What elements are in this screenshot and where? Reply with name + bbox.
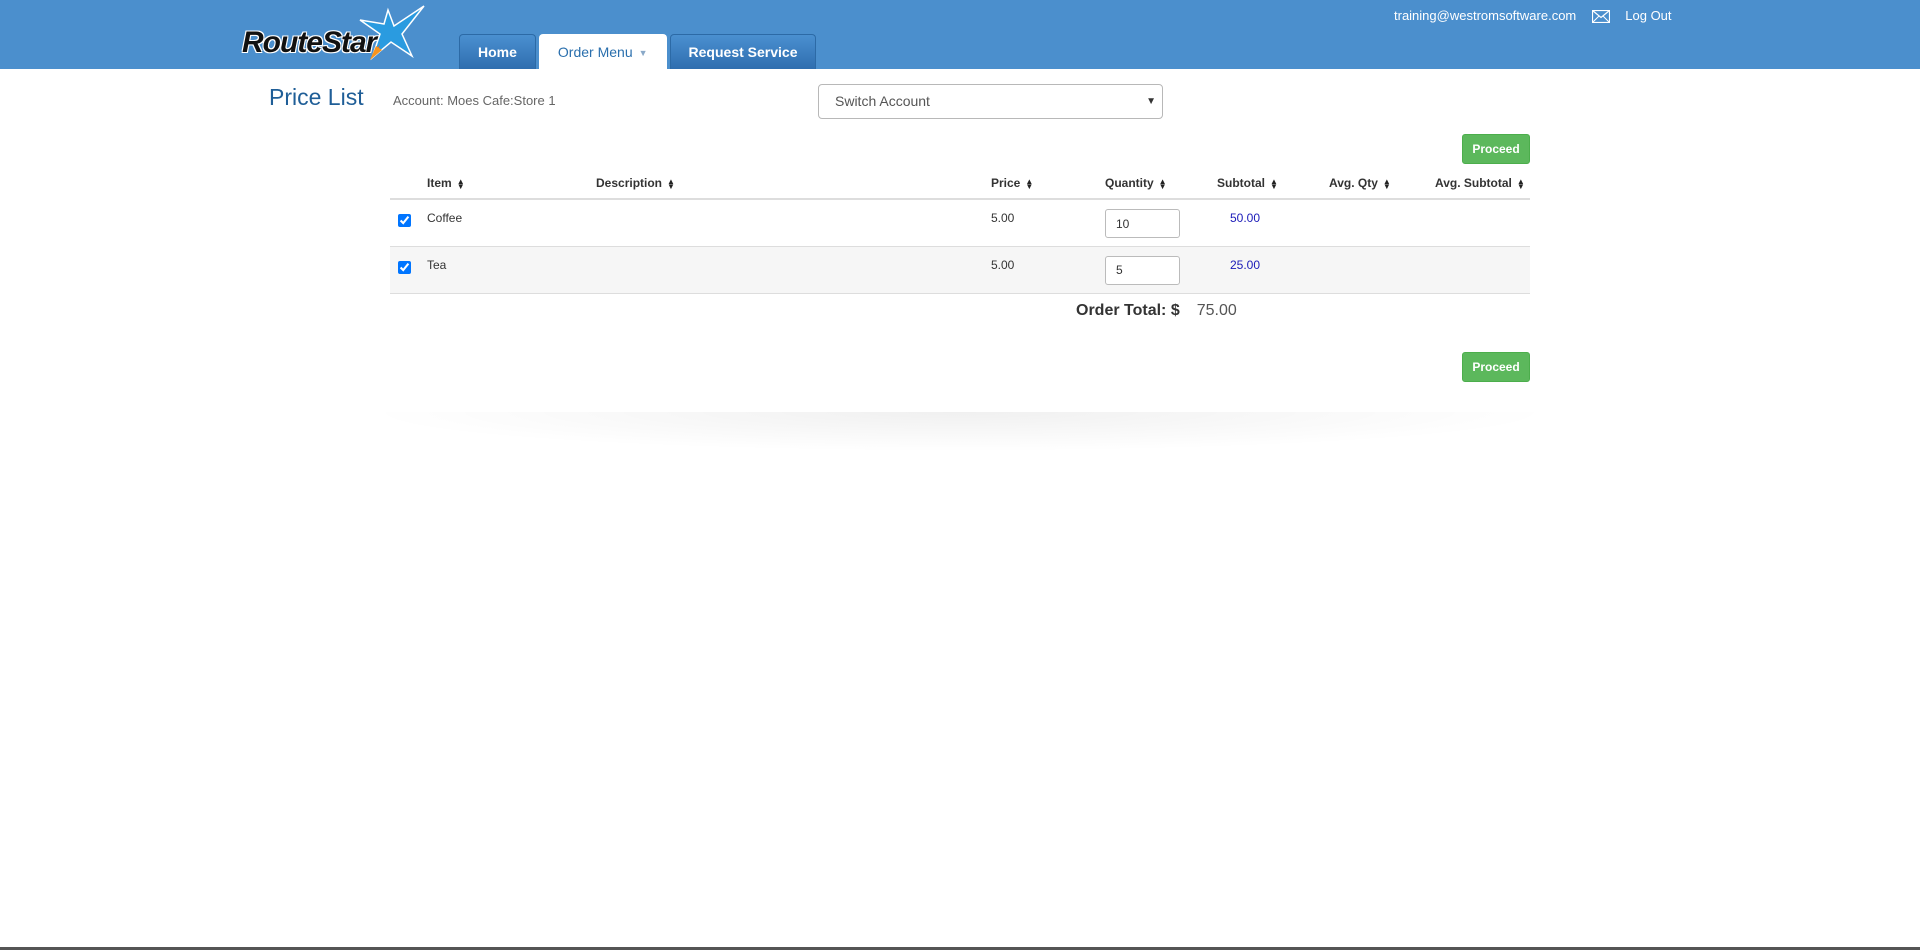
table-row: Tea 5.00 25.00 <box>390 246 1530 294</box>
order-total: Order Total: $ 75.00 <box>1076 302 1237 320</box>
star-icon <box>359 5 425 61</box>
sort-icon: ▲ ▼ <box>1270 176 1278 191</box>
subtotal-value: 25.00 <box>1230 257 1261 272</box>
row-select-cell <box>390 246 427 294</box>
header-price-label: Price <box>991 176 1021 190</box>
header-quantity[interactable]: Quantity ▲ ▼ <box>1105 168 1217 200</box>
sort-icon: ▲ ▼ <box>456 176 465 191</box>
subtotal-value: 50.00 <box>1230 211 1261 225</box>
order-total-label: Order Total: $ <box>1076 302 1180 319</box>
table-header-row: Item ▲ ▼ Description ▲ ▼ Price ▲ ▼ Quantity ▲ ▼ … <box>390 168 1530 200</box>
header-description-label: Description <box>596 176 663 190</box>
account-label: Account: Moes Cafe:Store 1 <box>393 93 556 108</box>
item-cell: Tea <box>427 246 596 294</box>
avg-qty-cell <box>1329 199 1435 247</box>
row-checkbox[interactable] <box>398 260 411 274</box>
switch-account-value: Switch Account <box>835 93 930 109</box>
quantity-cell <box>1105 199 1217 247</box>
header-subtotal-label: Subtotal <box>1217 176 1265 190</box>
user-area: training@westromsoftware.com Log Out <box>1394 7 1672 23</box>
subtotal-cell: 25.00 <box>1217 246 1329 294</box>
tab-request-service[interactable]: Request Service <box>669 34 817 69</box>
tab-home[interactable]: Home <box>459 34 536 69</box>
switch-account-select[interactable]: Switch Account ▼ <box>818 84 1163 119</box>
description-cell <box>596 199 991 247</box>
top-header: RouteStar Home Order Menu ▼ Request Servi… <box>0 0 1920 69</box>
price-cell: 5.00 <box>991 199 1105 247</box>
proceed-button-bottom[interactable]: Proceed <box>1462 352 1530 382</box>
row-checkbox[interactable] <box>398 214 411 227</box>
quantity-input[interactable] <box>1105 209 1180 238</box>
main-nav: Home Order Menu ▼ Request Service <box>459 34 817 69</box>
subtotal-cell: 50.00 <box>1217 199 1329 247</box>
tab-order-menu[interactable]: Order Menu ▼ <box>538 34 667 69</box>
proceed-button-top[interactable]: Proceed <box>1462 134 1530 164</box>
quantity-cell <box>1105 246 1217 294</box>
sort-icon: ▲ ▼ <box>1516 176 1525 191</box>
price-cell: 5.00 <box>991 246 1105 294</box>
dropdown-arrow-icon: ▼ <box>1146 96 1156 107</box>
tab-request-service-label: Request Service <box>688 44 798 60</box>
header-price[interactable]: Price ▲ ▼ <box>991 168 1105 200</box>
header-avg-subtotal-label: Avg. Subtotal <box>1435 176 1512 190</box>
quantity-input[interactable] <box>1105 255 1180 285</box>
header-subtotal[interactable]: Subtotal ▲ ▼ <box>1217 168 1329 200</box>
header-description[interactable]: Description ▲ ▼ <box>596 168 991 200</box>
order-total-value: 75.00 <box>1196 302 1237 319</box>
envelope-icon[interactable] <box>1592 10 1611 23</box>
sort-icon: ▲ ▼ <box>1382 176 1391 191</box>
page-title: Price List <box>269 84 364 110</box>
table-row: Coffee 5.00 50.00 <box>390 199 1530 247</box>
sort-icon: ▲ ▼ <box>667 176 675 191</box>
header-quantity-label: Quantity <box>1105 176 1154 190</box>
content-shadow <box>360 412 1560 452</box>
avg-qty-cell <box>1329 246 1435 294</box>
header-item-label: Item <box>427 176 452 190</box>
header-avg-qty[interactable]: Avg. Qty ▲ ▼ <box>1329 168 1435 200</box>
price-list-table: Item ▲ ▼ Description ▲ ▼ Price ▲ ▼ Quantity ▲ ▼ … <box>390 168 1530 294</box>
chevron-down-icon: ▼ <box>638 48 648 58</box>
logout-link[interactable]: Log Out <box>1625 8 1671 23</box>
sort-icon: ▲ ▼ <box>1025 176 1034 191</box>
avg-subtotal-cell <box>1435 246 1530 294</box>
header-avg-qty-label: Avg. Qty <box>1329 176 1378 190</box>
routestar-logo[interactable]: RouteStar <box>240 4 430 62</box>
sort-icon: ▲ ▼ <box>1158 176 1167 191</box>
header-avg-subtotal[interactable]: Avg. Subtotal ▲ ▼ <box>1435 168 1530 200</box>
avg-subtotal-cell <box>1435 199 1530 247</box>
header-item[interactable]: Item ▲ ▼ <box>427 168 596 200</box>
row-select-cell <box>390 199 427 247</box>
item-cell: Coffee <box>427 199 596 247</box>
logo-text: RouteStar <box>242 26 377 59</box>
user-email[interactable]: training@westromsoftware.com <box>1394 8 1576 23</box>
tab-home-label: Home <box>478 44 517 60</box>
header-select <box>390 168 427 200</box>
description-cell <box>596 246 991 294</box>
tab-order-menu-label: Order Menu <box>557 44 633 60</box>
